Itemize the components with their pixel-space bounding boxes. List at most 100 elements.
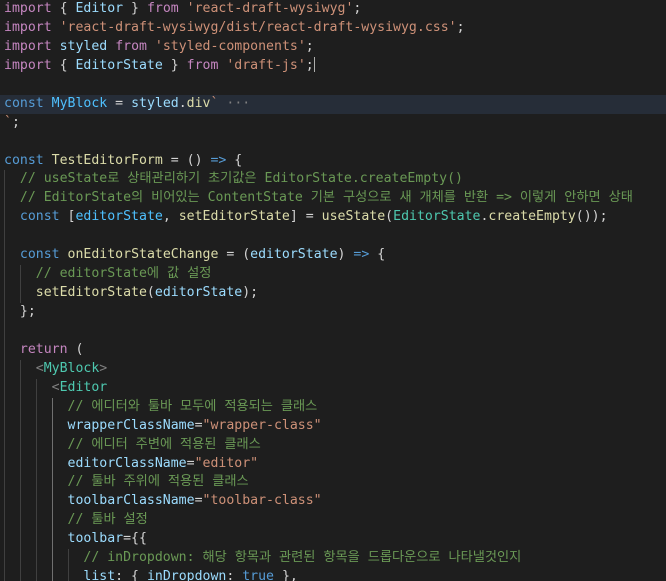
- code-token: ;: [353, 1, 362, 16]
- code-token: toolbar: [67, 531, 124, 547]
- indent-guide: [51, 530, 53, 550]
- code-token: toolbarClassName: [67, 493, 195, 509]
- code-token: // inDropdown: 해당 항목과 관련된 항목을 드롭다운으로 나타낼…: [83, 550, 522, 566]
- code-token: );: [242, 285, 259, 301]
- code-token: ;: [11, 114, 20, 130]
- code-line[interactable]: setEditorState(editorState);: [0, 284, 666, 303]
- indent-guide: [51, 568, 53, 581]
- indent-guide: [51, 416, 53, 436]
- code-line[interactable]: // editorState에 값 설정: [0, 265, 666, 285]
- code-editor[interactable]: import { Editor } from 'react-draft-wysi…: [0, 0, 666, 581]
- code-line[interactable]: return (: [0, 340, 666, 360]
- code-line[interactable]: // EditorState의 비어있는 ContentState 기본 구성으…: [0, 189, 666, 209]
- code-token: const: [4, 95, 44, 111]
- code-line[interactable]: const [editorState, setEditorState] = us…: [0, 208, 666, 228]
- code-token: MyBlock: [51, 95, 108, 111]
- code-token: // 툴바 설정: [67, 512, 148, 528]
- code-token: import: [4, 1, 52, 16]
- code-token: ,: [162, 209, 179, 225]
- indent-guide: [51, 397, 53, 417]
- indent-guide: [51, 473, 53, 493]
- code-token: styled: [59, 38, 108, 54]
- code-token: editorClassName: [67, 455, 187, 471]
- code-line[interactable]: toolbarClassName="toolbar-class": [0, 492, 666, 512]
- indent-guide: [4, 454, 5, 474]
- code-token: div: [186, 95, 211, 111]
- code-token: =: [194, 493, 203, 509]
- indent-guide: [67, 568, 69, 581]
- code-line[interactable]: <Editor: [0, 378, 666, 398]
- code-line[interactable]: // 툴바 주위에 적용된 클래스: [0, 473, 666, 493]
- code-token: =: [107, 95, 132, 111]
- code-line[interactable]: [0, 76, 666, 95]
- code-line[interactable]: toolbar={{: [0, 530, 666, 550]
- indent-guide: [51, 435, 53, 455]
- indent-guide: [19, 435, 21, 455]
- indent-guide: [35, 492, 37, 512]
- code-token: const: [19, 247, 60, 263]
- code-line[interactable]: [0, 321, 666, 341]
- indent-guide: [4, 340, 5, 360]
- code-line[interactable]: wrapperClassName="wrapper-class": [0, 416, 666, 436]
- code-line[interactable]: `;: [0, 114, 666, 133]
- code-line[interactable]: // 에디터 주변에 적용된 클래스: [0, 435, 666, 455]
- code-token: createEmpty: [488, 209, 576, 225]
- code-token: },: [274, 569, 298, 581]
- indent-guide: [4, 265, 5, 285]
- code-line[interactable]: <MyBlock>: [0, 359, 666, 379]
- code-token: {: [369, 247, 386, 263]
- indent-guide: [19, 359, 21, 379]
- indent-guide: [19, 284, 21, 303]
- code-token: (: [385, 209, 394, 225]
- code-token: return: [19, 341, 68, 357]
- code-line[interactable]: [0, 227, 666, 247]
- folded-region-ellipsis[interactable]: ···: [218, 96, 250, 111]
- code-token: ;: [456, 19, 465, 35]
- code-line[interactable]: import 'react-draft-wysiwyg/dist/react-d…: [0, 19, 666, 38]
- code-token: 'react-draft-wysiwyg/dist/react-draft-wy…: [59, 19, 457, 35]
- indent-guide: [35, 549, 37, 569]
- indent-guide: [35, 473, 37, 493]
- code-token: (: [146, 285, 155, 301]
- code-token: 'styled-components': [154, 38, 306, 54]
- indent-guide: [19, 454, 21, 474]
- code-line[interactable]: [0, 133, 666, 152]
- code-line[interactable]: // 에디터와 툴바 모두에 적용되는 클래스: [0, 397, 666, 417]
- code-line[interactable]: import styled from 'styled-components';: [0, 38, 666, 57]
- code-line[interactable]: import { EditorState } from 'draft-js';: [0, 57, 666, 76]
- code-line[interactable]: // inDropdown: 해당 항목과 관련된 항목을 드롭다운으로 나타낼…: [0, 549, 666, 569]
- code-token: }: [123, 1, 147, 16]
- code-token: .: [178, 95, 187, 111]
- code-token: :: [226, 569, 243, 581]
- code-token: 'draft-js': [226, 57, 306, 73]
- code-line[interactable]: // 툴바 설정: [0, 511, 666, 531]
- code-token: // useState로 상태관리하기 초기값은 EditorState.cre…: [19, 171, 463, 187]
- code-line[interactable]: };: [0, 303, 666, 322]
- indent-guide: [51, 549, 53, 569]
- code-token: import: [4, 19, 52, 35]
- code-token: from: [186, 57, 219, 73]
- code-line[interactable]: // useState로 상태관리하기 초기값은 EditorState.cre…: [0, 170, 666, 190]
- code-line[interactable]: import { Editor } from 'react-draft-wysi…: [0, 0, 666, 19]
- code-token: ;: [305, 38, 314, 54]
- code-token: Editor: [59, 379, 108, 395]
- code-token: 'react-draft-wysiwyg': [186, 1, 354, 16]
- code-token: wrapperClassName: [67, 417, 195, 433]
- indent-guide: [4, 549, 5, 569]
- code-line[interactable]: list: { inDropdown: true },: [0, 568, 666, 581]
- code-line[interactable]: const TestEditorForm = () => {: [0, 152, 666, 171]
- indent-guide: [4, 530, 5, 550]
- code-line[interactable]: editorClassName="editor": [0, 454, 666, 474]
- code-line[interactable]: const onEditorStateChange = (editorState…: [0, 246, 666, 266]
- code-token: useState: [321, 209, 386, 225]
- code-line[interactable]: const MyBlock = styled.div` ···: [0, 94, 666, 114]
- code-token: MyBlock: [43, 360, 100, 376]
- code-token: true: [242, 569, 274, 581]
- code-token: }: [162, 57, 187, 73]
